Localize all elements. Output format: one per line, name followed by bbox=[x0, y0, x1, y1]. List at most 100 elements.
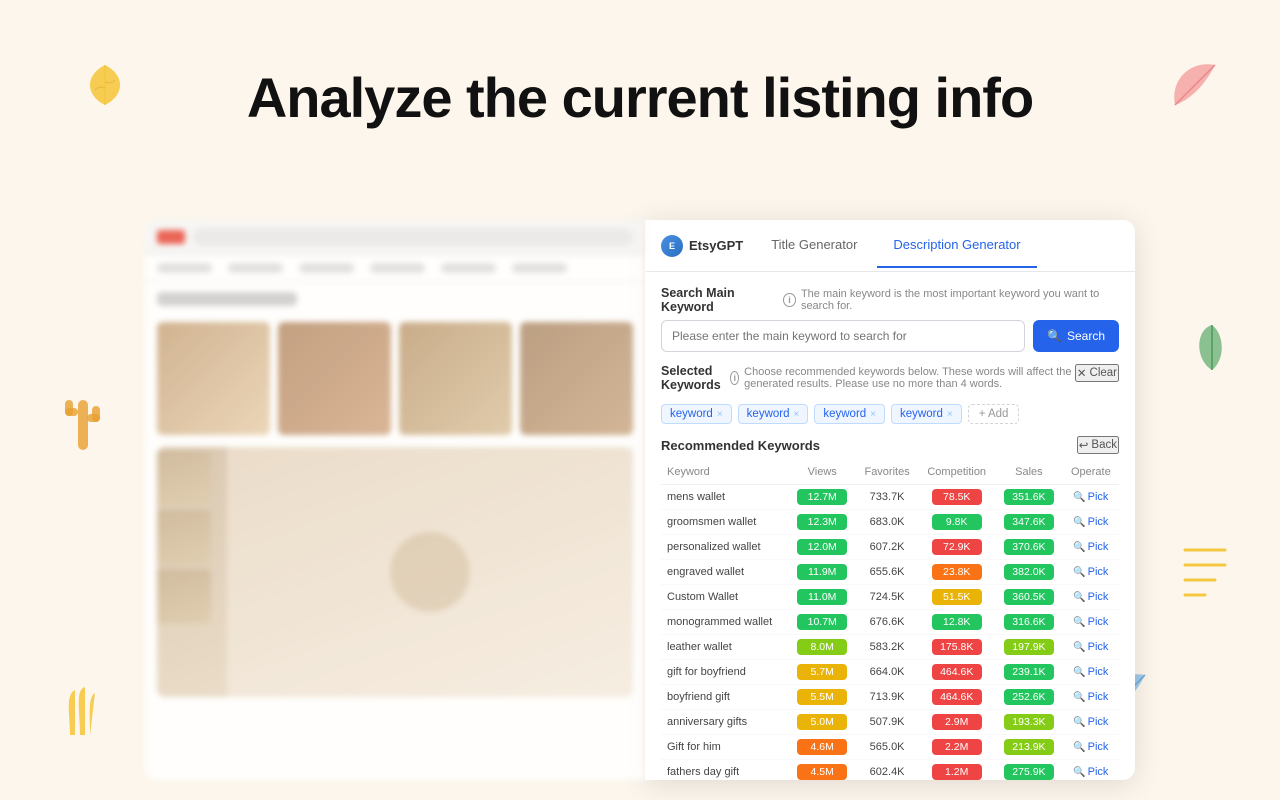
kw-operate: 🔍 Pick bbox=[1063, 510, 1119, 535]
kw-favorites: 507.9K bbox=[856, 710, 918, 735]
kw-competition: 464.6K bbox=[918, 685, 995, 710]
kw-name: Custom Wallet bbox=[661, 585, 788, 610]
etsygpt-widget: E EtsyGPT Title Generator Description Ge… bbox=[645, 220, 1135, 780]
kw-operate: 🔍 Pick bbox=[1063, 485, 1119, 510]
pick-button[interactable]: 🔍 Pick bbox=[1073, 641, 1108, 653]
kw-views: 4.6M bbox=[788, 735, 855, 760]
col-sales: Sales bbox=[995, 462, 1062, 485]
search-section-label: Search Main Keyword i The main keyword i… bbox=[661, 286, 1119, 314]
kw-favorites: 602.4K bbox=[856, 760, 918, 781]
kw-sales: 360.5K bbox=[995, 585, 1062, 610]
deco-yellow-lines-right bbox=[1180, 540, 1230, 610]
pick-button[interactable]: 🔍 Pick bbox=[1073, 516, 1108, 528]
tab-bar: E EtsyGPT Title Generator Description Ge… bbox=[645, 220, 1135, 272]
tab-title-generator[interactable]: Title Generator bbox=[755, 223, 873, 268]
search-icon: 🔍 bbox=[1073, 642, 1085, 653]
pick-button[interactable]: 🔍 Pick bbox=[1073, 591, 1108, 603]
table-row: anniversary gifts 5.0M 507.9K 2.9M 193.3… bbox=[661, 710, 1119, 735]
selected-keywords-header: Selected Keywords i Choose recommended k… bbox=[661, 364, 1119, 398]
table-row: Custom Wallet 11.0M 724.5K 51.5K 360.5K … bbox=[661, 585, 1119, 610]
kw-competition: 2.2M bbox=[918, 735, 995, 760]
kw-name: gift for boyfriend bbox=[661, 660, 788, 685]
remove-tag-icon[interactable]: × bbox=[717, 409, 723, 420]
pick-button[interactable]: 🔍 Pick bbox=[1073, 566, 1108, 578]
etsy-listing-panel bbox=[145, 220, 645, 780]
col-keyword: Keyword bbox=[661, 462, 788, 485]
keyword-tag[interactable]: keyword × bbox=[738, 404, 809, 424]
kw-name: engraved wallet bbox=[661, 560, 788, 585]
pick-button[interactable]: 🔍 Pick bbox=[1073, 666, 1108, 678]
kw-views: 5.7M bbox=[788, 660, 855, 685]
keyword-tags: keyword × keyword × keyword × keyword × … bbox=[661, 404, 1119, 424]
remove-tag-icon[interactable]: × bbox=[870, 409, 876, 420]
kw-name: monogrammed wallet bbox=[661, 610, 788, 635]
product-thumb bbox=[520, 322, 633, 435]
kw-name: leather wallet bbox=[661, 635, 788, 660]
kw-name: Gift for him bbox=[661, 735, 788, 760]
pick-button[interactable]: 🔍 Pick bbox=[1073, 716, 1108, 728]
pick-button[interactable]: 🔍 Pick bbox=[1073, 691, 1108, 703]
pick-button[interactable]: 🔍 Pick bbox=[1073, 616, 1108, 628]
table-row: groomsmen wallet 12.3M 683.0K 9.8K 347.6… bbox=[661, 510, 1119, 535]
kw-name: anniversary gifts bbox=[661, 710, 788, 735]
col-favorites: Favorites bbox=[856, 462, 918, 485]
back-button[interactable]: ↩ Back bbox=[1077, 436, 1119, 454]
keyword-tag[interactable]: keyword × bbox=[661, 404, 732, 424]
search-icon: 🔍 bbox=[1073, 617, 1085, 628]
search-input[interactable] bbox=[661, 320, 1025, 352]
col-competition: Competition bbox=[918, 462, 995, 485]
table-row: monogrammed wallet 10.7M 676.6K 12.8K 31… bbox=[661, 610, 1119, 635]
kw-favorites: 683.0K bbox=[856, 510, 918, 535]
kw-competition: 23.8K bbox=[918, 560, 995, 585]
clear-button[interactable]: ✕ Clear bbox=[1075, 364, 1119, 382]
keyword-tag[interactable]: keyword × bbox=[814, 404, 885, 424]
remove-tag-icon[interactable]: × bbox=[947, 409, 953, 420]
search-icon: 🔍 bbox=[1073, 767, 1085, 778]
kw-competition: 464.6K bbox=[918, 660, 995, 685]
kw-sales: 193.3K bbox=[995, 710, 1062, 735]
table-row: Gift for him 4.6M 565.0K 2.2M 213.9K 🔍 P… bbox=[661, 735, 1119, 760]
tab-description-generator[interactable]: Description Generator bbox=[877, 223, 1036, 268]
kw-views: 11.0M bbox=[788, 585, 855, 610]
kw-competition: 12.8K bbox=[918, 610, 995, 635]
pick-button[interactable]: 🔍 Pick bbox=[1073, 766, 1108, 778]
pick-button[interactable]: 🔍 Pick bbox=[1073, 491, 1108, 503]
keyword-tag[interactable]: keyword × bbox=[891, 404, 962, 424]
product-small-thumb bbox=[157, 569, 211, 624]
remove-tag-icon[interactable]: × bbox=[794, 409, 800, 420]
kw-competition: 9.8K bbox=[918, 510, 995, 535]
kw-competition: 72.9K bbox=[918, 535, 995, 560]
table-row: personalized wallet 12.0M 607.2K 72.9K 3… bbox=[661, 535, 1119, 560]
selected-kw-description: Choose recommended keywords below. These… bbox=[744, 366, 1075, 390]
product-thumb bbox=[278, 322, 391, 435]
kw-favorites: 733.7K bbox=[856, 485, 918, 510]
table-row: fathers day gift 4.5M 602.4K 1.2M 275.9K… bbox=[661, 760, 1119, 781]
kw-favorites: 565.0K bbox=[856, 735, 918, 760]
pick-button[interactable]: 🔍 Pick bbox=[1073, 741, 1108, 753]
kw-favorites: 713.9K bbox=[856, 685, 918, 710]
kw-views: 12.7M bbox=[788, 485, 855, 510]
widget-body: Search Main Keyword i The main keyword i… bbox=[645, 272, 1135, 780]
kw-sales: 197.9K bbox=[995, 635, 1062, 660]
kw-name: groomsmen wallet bbox=[661, 510, 788, 535]
nav-item bbox=[512, 263, 567, 273]
kw-operate: 🔍 Pick bbox=[1063, 635, 1119, 660]
pick-button[interactable]: 🔍 Pick bbox=[1073, 541, 1108, 553]
table-row: mens wallet 12.7M 733.7K 78.5K 351.6K 🔍 … bbox=[661, 485, 1119, 510]
kw-favorites: 607.2K bbox=[856, 535, 918, 560]
nav-item bbox=[370, 263, 425, 273]
kw-name: boyfriend gift bbox=[661, 685, 788, 710]
kw-sales: 213.9K bbox=[995, 735, 1062, 760]
search-button[interactable]: 🔍 Search bbox=[1033, 320, 1119, 352]
clear-x-icon: ✕ bbox=[1077, 366, 1087, 380]
product-small-thumb bbox=[157, 510, 211, 565]
etsygpt-logo-text: EtsyGPT bbox=[689, 238, 743, 253]
back-icon: ↩ bbox=[1079, 438, 1089, 452]
search-description: The main keyword is the most important k… bbox=[801, 288, 1119, 312]
add-keyword-button[interactable]: + Add bbox=[968, 404, 1020, 424]
kw-views: 4.5M bbox=[788, 760, 855, 781]
recommended-title: Recommended Keywords bbox=[661, 438, 820, 453]
kw-sales: 370.6K bbox=[995, 535, 1062, 560]
search-icon: 🔍 bbox=[1047, 329, 1062, 343]
search-icon: 🔍 bbox=[1073, 567, 1085, 578]
